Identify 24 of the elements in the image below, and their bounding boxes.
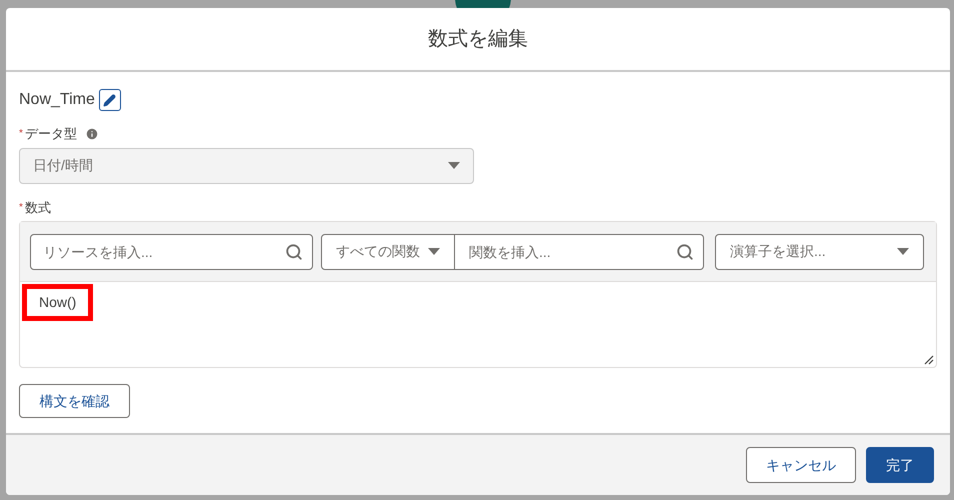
modal-title: 数式を編集: [428, 27, 528, 52]
function-search-field[interactable]: 関数を挿入...: [455, 234, 704, 270]
field-label: 数式: [24, 198, 51, 216]
edit-button[interactable]: [98, 89, 121, 111]
function-category-select[interactable]: すべての関数: [321, 234, 455, 270]
field-label: データ型: [24, 125, 77, 143]
cancel-button[interactable]: キャンセル: [746, 447, 856, 483]
resource-search-field[interactable]: リソースを挿入...: [30, 234, 313, 270]
check-syntax-button[interactable]: 構文を確認: [19, 384, 130, 418]
required-mark: *: [19, 127, 23, 142]
resource-name: Now_Time: [19, 90, 95, 110]
caret-icon: [897, 248, 909, 256]
operator-select[interactable]: 演算子を選択...: [715, 234, 924, 270]
resize-handle-icon[interactable]: [924, 355, 934, 365]
caret-icon: [428, 248, 440, 256]
search-icon: [676, 242, 694, 260]
caret-icon: [448, 162, 460, 170]
info-icon: [84, 126, 99, 141]
done-button[interactable]: 完了: [866, 447, 934, 483]
search-icon: [285, 242, 303, 260]
formula-text: Now(): [22, 284, 94, 321]
required-mark: *: [19, 200, 23, 215]
formula-text-area[interactable]: Now(): [20, 282, 936, 367]
pencil-icon: [103, 94, 116, 106]
